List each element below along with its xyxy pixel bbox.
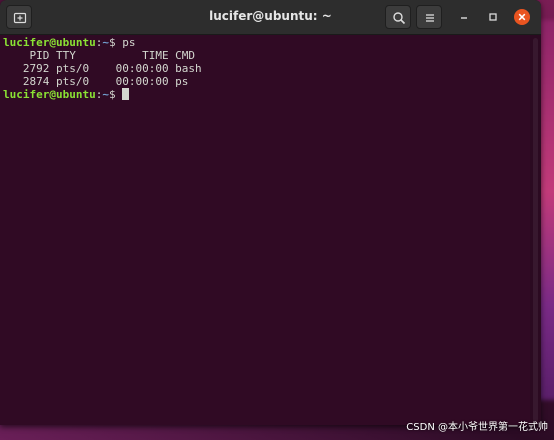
ps-row: 2792 pts/0 00:00:00 bash (3, 62, 202, 75)
search-icon (393, 12, 406, 25)
prompt-line: lucifer@ubuntu:~$ (3, 88, 530, 101)
terminal-output[interactable]: lucifer@ubuntu:~$ ps PID TTY TIME CMD 27… (0, 35, 530, 425)
scrollbar[interactable] (530, 35, 541, 425)
scrollbar-thumb[interactable] (533, 38, 538, 422)
prompt-path: ~ (102, 36, 109, 49)
watermark: CSDN @本小爷世界第一花式帅 (406, 422, 548, 433)
prompt-symbol: $ (108, 88, 123, 101)
minimize-icon (461, 17, 467, 19)
desktop-background: lucifer@ubuntu: ~ lucifer@ubuntu:~$ ps P… (0, 0, 554, 440)
terminal-window: lucifer@ubuntu: ~ lucifer@ubuntu:~$ ps P… (0, 0, 541, 425)
search-button[interactable] (385, 5, 411, 29)
close-icon (518, 13, 526, 21)
ps-row: 2874 pts/0 00:00:00 ps (3, 75, 189, 88)
prompt-user: lucifer@ubuntu (3, 88, 96, 101)
maximize-button[interactable] (485, 9, 501, 25)
menu-button[interactable] (416, 5, 442, 29)
close-button[interactable] (514, 9, 530, 25)
command-text: ps (122, 36, 136, 49)
hamburger-menu-icon (426, 14, 434, 22)
prompt-user: lucifer@ubuntu (3, 36, 96, 49)
prompt-line: lucifer@ubuntu:~$ ps (3, 36, 530, 49)
header-bar: lucifer@ubuntu: ~ (0, 0, 541, 35)
minimize-button[interactable] (456, 9, 472, 25)
maximize-icon (489, 13, 497, 21)
ps-header: PID TTY TIME CMD (3, 49, 196, 62)
prompt-path: ~ (102, 88, 109, 101)
text-cursor (122, 88, 130, 100)
prompt-symbol: $ (108, 36, 123, 49)
new-tab-icon (13, 12, 27, 24)
window-title: lucifer@ubuntu: ~ (209, 9, 332, 23)
new-tab-button[interactable] (6, 5, 32, 29)
